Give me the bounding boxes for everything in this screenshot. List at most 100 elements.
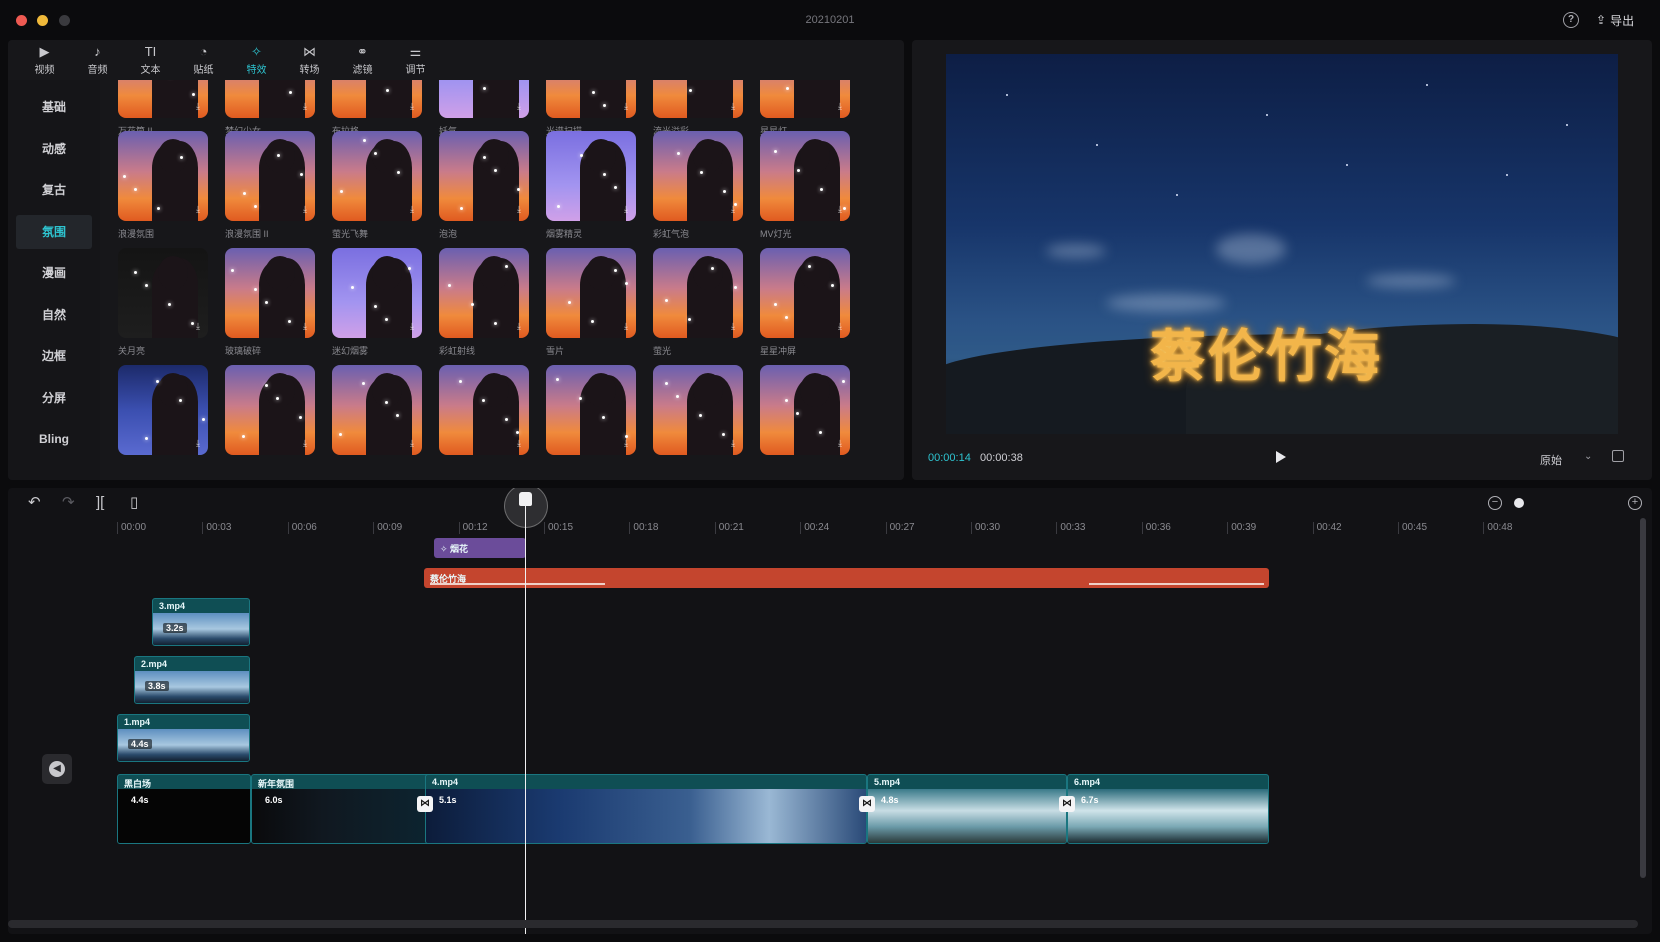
main-clip-4[interactable]: 4.mp4 5.1s [425, 774, 867, 844]
effect-item[interactable]: ⤓ 星星冲屏 [760, 248, 850, 356]
undo-icon[interactable]: ↶ [28, 494, 41, 512]
effect-item[interactable]: ⤓ [118, 365, 208, 473]
download-icon[interactable]: ⤓ [838, 438, 842, 449]
tab-adjust[interactable]: ⚌ 调节 [389, 40, 442, 80]
effect-item[interactable]: ⤓ 浪漫氛围 [118, 131, 208, 239]
split-icon[interactable]: ][ [96, 494, 104, 512]
effect-item[interactable]: ⤓ [439, 365, 529, 473]
effect-item[interactable]: ⤓光谱扫描 [546, 80, 636, 136]
tab-audio[interactable]: ♪ 音频 [71, 40, 124, 80]
horizontal-scrollbar[interactable] [8, 920, 1638, 928]
effect-item[interactable]: ⤓ 雪片 [546, 248, 636, 356]
download-icon[interactable]: ⤓ [196, 101, 200, 112]
download-icon[interactable]: ⤓ [731, 438, 735, 449]
download-icon[interactable]: ⤓ [410, 321, 414, 332]
download-icon[interactable]: ⤓ [517, 101, 521, 112]
download-icon[interactable]: ⤓ [731, 101, 735, 112]
overlay-clip-3[interactable]: 3.mp4 3.2s [152, 598, 250, 646]
download-icon[interactable]: ⤓ [624, 438, 628, 449]
category-item[interactable]: Bling [16, 422, 92, 456]
main-clip-blackwhite[interactable]: 黑白场 4.4s [117, 774, 251, 844]
effect-item[interactable]: ⤓ [225, 365, 315, 473]
effect-item[interactable]: ⤓ [760, 365, 850, 473]
effect-item[interactable]: ⤓ 浪漫氛围 II [225, 131, 315, 239]
mute-track-button[interactable]: ◀ [42, 754, 72, 784]
effect-item[interactable]: ⤓星星灯 [760, 80, 850, 136]
playhead-handle[interactable] [519, 492, 532, 506]
download-icon[interactable]: ⤓ [410, 204, 414, 215]
category-item[interactable]: 分屏 [16, 381, 92, 415]
effect-item[interactable]: ⤓梦幻少女 [225, 80, 315, 136]
redo-icon[interactable]: ↷ [62, 494, 75, 512]
category-item[interactable]: 复古 [16, 173, 92, 207]
download-icon[interactable]: ⤓ [517, 321, 521, 332]
delete-icon[interactable]: ▯ [130, 494, 138, 512]
vertical-scrollbar[interactable] [1640, 518, 1646, 878]
category-item[interactable]: 氛围 [16, 214, 92, 249]
category-item[interactable]: 边框 [16, 339, 92, 373]
download-icon[interactable]: ⤓ [303, 321, 307, 332]
category-item[interactable]: 自然 [16, 298, 92, 332]
effect-item[interactable]: ⤓万花筒 II [118, 80, 208, 136]
transition-icon[interactable]: ⋈ [859, 796, 875, 812]
overlay-clip-2[interactable]: 2.mp4 3.8s [134, 656, 250, 704]
tab-transition[interactable]: ⋈ 转场 [283, 40, 336, 80]
effect-item[interactable]: ⤓流光溢彩 [653, 80, 743, 136]
download-icon[interactable]: ⤓ [624, 101, 628, 112]
download-icon[interactable]: ⤓ [196, 321, 200, 332]
download-icon[interactable]: ⤓ [196, 204, 200, 215]
effect-item[interactable]: ⤓ 泡泡 [439, 131, 529, 239]
play-icon[interactable] [1276, 451, 1286, 463]
effect-item[interactable]: ⤓ [332, 365, 422, 473]
download-icon[interactable]: ⤓ [410, 438, 414, 449]
effect-item[interactable]: ⤓ [653, 365, 743, 473]
category-item[interactable]: 动感 [16, 132, 92, 166]
download-icon[interactable]: ⤓ [838, 101, 842, 112]
text-clip[interactable]: 蔡伦竹海 [424, 568, 1269, 588]
effect-item[interactable]: ⤓ 烟雾精灵 [546, 131, 636, 239]
download-icon[interactable]: ⤓ [196, 438, 200, 449]
category-item[interactable]: 基础 [16, 90, 92, 124]
effect-item[interactable]: ⤓布拉格 [332, 80, 422, 136]
download-icon[interactable]: ⤓ [303, 101, 307, 112]
effect-item[interactable]: ⤓妖气 [439, 80, 529, 136]
main-clip-5[interactable]: 5.mp4 4.8s [867, 774, 1067, 844]
tab-video[interactable]: ▶ 视频 [18, 40, 71, 80]
effect-item[interactable]: ⤓ 迷幻烟雾 [332, 248, 422, 356]
effect-item[interactable]: ⤓ 萤光飞舞 [332, 131, 422, 239]
time-ruler[interactable]: 00:00 00:03 00:06 00:09 00:12 00:15 00:18 00:21… [8, 518, 1652, 538]
download-icon[interactable]: ⤓ [838, 204, 842, 215]
zoom-slider[interactable] [1514, 498, 1524, 508]
export-button[interactable]: ⇪ 导出 [1596, 10, 1634, 30]
download-icon[interactable]: ⤓ [731, 321, 735, 332]
download-icon[interactable]: ⤓ [517, 438, 521, 449]
fullscreen-icon[interactable] [1612, 450, 1624, 462]
download-icon[interactable]: ⤓ [624, 321, 628, 332]
category-item[interactable]: 漫画 [16, 256, 92, 290]
download-icon[interactable]: ⤓ [731, 204, 735, 215]
tab-filter[interactable]: ⚭ 滤镜 [336, 40, 389, 80]
effect-item[interactable]: ⤓ 玻璃破碎 [225, 248, 315, 356]
zoom-in-icon[interactable]: + [1628, 496, 1642, 510]
download-icon[interactable]: ⤓ [624, 204, 628, 215]
main-clip-newyear[interactable]: 新年氛围 6.0s [251, 774, 431, 844]
tab-text[interactable]: TI 文本 [124, 40, 177, 80]
playhead[interactable] [525, 498, 526, 934]
tab-effects[interactable]: ✧ 特效 [230, 40, 283, 80]
effect-item[interactable]: ⤓ 彩虹气泡 [653, 131, 743, 239]
chevron-down-icon[interactable]: ⌄ [1584, 451, 1592, 462]
zoom-out-icon[interactable]: − [1488, 496, 1502, 510]
transition-icon[interactable]: ⋈ [1059, 796, 1075, 812]
download-icon[interactable]: ⤓ [517, 204, 521, 215]
effect-item[interactable]: ⤓ 萤光 [653, 248, 743, 356]
effect-item[interactable]: ⤓ 彩虹射线 [439, 248, 529, 356]
transition-icon[interactable]: ⋈ [417, 796, 433, 812]
download-icon[interactable]: ⤓ [838, 321, 842, 332]
overlay-clip-1[interactable]: 1.mp4 4.4s [117, 714, 250, 762]
main-clip-6[interactable]: 6.mp4 6.7s [1067, 774, 1269, 844]
effect-clip[interactable]: ✧ 烟花 [434, 538, 526, 558]
effect-item[interactable]: ⤓ 关月亮 [118, 248, 208, 356]
effect-item[interactable]: ⤓ MV灯光 [760, 131, 850, 239]
tab-sticker[interactable]: ◔ 贴纸 [177, 40, 230, 80]
download-icon[interactable]: ⤓ [303, 204, 307, 215]
